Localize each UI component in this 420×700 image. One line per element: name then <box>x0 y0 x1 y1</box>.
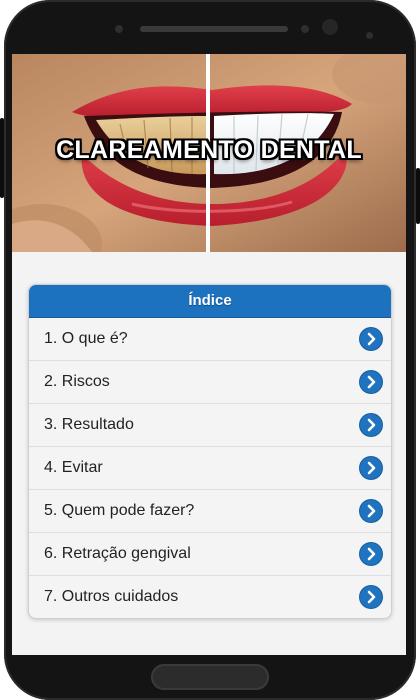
home-button[interactable] <box>151 664 269 690</box>
chevron-right-icon <box>360 586 382 608</box>
chevron-right-icon <box>360 328 382 350</box>
earpiece-speaker <box>140 26 288 32</box>
chevron-right-icon <box>360 457 382 479</box>
chevron-right-icon <box>360 414 382 436</box>
index-item-resultado[interactable]: 3. Resultado <box>29 404 391 447</box>
chevron-right-icon <box>360 371 382 393</box>
index-item-label: 5. Quem pode fazer? <box>44 502 195 519</box>
chevron-right-icon <box>360 543 382 565</box>
hero-banner: CLAREAMENTO DENTAL <box>12 54 406 252</box>
index-header: Índice <box>29 285 391 318</box>
index-item-evitar[interactable]: 4. Evitar <box>29 447 391 490</box>
phone-frame: CLAREAMENTO DENTAL Índice 1. O que é? 2.… <box>0 0 420 700</box>
app-screen: CLAREAMENTO DENTAL Índice 1. O que é? 2.… <box>12 54 406 655</box>
index-item-retracao-gengival[interactable]: 6. Retração gengival <box>29 533 391 576</box>
hero-title: CLAREAMENTO DENTAL <box>56 136 362 164</box>
index-item-label: 7. Outros cuidados <box>44 588 179 605</box>
index-item-label: 1. O que é? <box>44 330 128 347</box>
index-list: 1. O que é? 2. Riscos 3. Resultado 4. Ev… <box>29 318 391 618</box>
power-button <box>416 168 420 224</box>
front-sensor-icon <box>115 25 123 33</box>
chevron-right-icon <box>360 500 382 522</box>
index-item-label: 6. Retração gengival <box>44 545 191 562</box>
volume-button <box>0 118 4 198</box>
index-item-label: 4. Evitar <box>44 459 103 476</box>
index-item-label: 2. Riscos <box>44 373 110 390</box>
index-item-quem-pode-fazer[interactable]: 5. Quem pode fazer? <box>29 490 391 533</box>
front-camera-icon <box>322 19 338 35</box>
index-item-o-que-e[interactable]: 1. O que é? <box>29 318 391 361</box>
light-sensor-icon <box>366 32 373 39</box>
index-item-outros-cuidados[interactable]: 7. Outros cuidados <box>29 576 391 618</box>
index-card: Índice 1. O que é? 2. Riscos 3. Resultad… <box>28 284 392 619</box>
index-item-riscos[interactable]: 2. Riscos <box>29 361 391 404</box>
index-item-label: 3. Resultado <box>44 416 134 433</box>
proximity-sensor-icon <box>301 25 309 33</box>
